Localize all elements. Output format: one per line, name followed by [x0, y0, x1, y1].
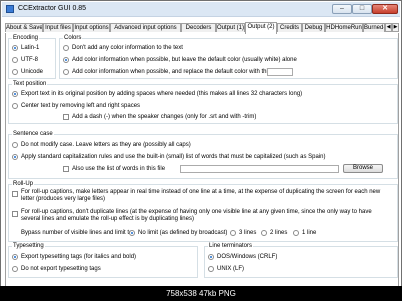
limit-2-radio[interactable]: [261, 230, 267, 236]
tab-decoders[interactable]: Decoders: [181, 23, 216, 32]
word-list-label: Also use the list of words in this file: [72, 166, 166, 172]
bypass-lines-label: Bypass number of visible lines and limit…: [21, 230, 133, 236]
tab-advanced-input-options[interactable]: Advanced input options: [110, 23, 181, 32]
sentence-case-keep-label: Do not modify case. Leave letters as the…: [21, 142, 191, 148]
sentence-case-legend: Sentence case: [12, 131, 54, 138]
browse-button[interactable]: Browse: [343, 164, 383, 173]
output-2-panel: Encoding Latin-1 UTF-8 Unicode Colors Do…: [5, 33, 399, 295]
typesetting-legend: Typesetting: [12, 243, 45, 250]
tab-input-files[interactable]: Input files: [43, 23, 73, 32]
tab-output-1[interactable]: Output (1): [216, 23, 245, 32]
limit-3-label: 3 lines: [239, 230, 257, 236]
roll-up-no-duplicate-checkbox[interactable]: [12, 211, 18, 217]
typesetting-none-radio[interactable]: [12, 266, 18, 272]
tab-input-options[interactable]: Input options: [73, 23, 110, 32]
word-list-file-input[interactable]: [180, 165, 339, 173]
encoding-utf8-label: UTF-8: [21, 57, 38, 63]
maximize-button[interactable]: □: [352, 4, 372, 14]
line-terminator-crlf-radio[interactable]: [208, 254, 214, 260]
tab-burned-in[interactable]: Burned-i: [363, 23, 385, 32]
image-info-bar: 758x538 47kb PNG: [0, 286, 402, 301]
roll-up-realtime-label: For roll-up captions, make letters appea…: [21, 189, 381, 202]
line-terminator-crlf-label: DOS/Windows (CRLF): [217, 254, 278, 260]
text-position-original-label: Export text in its original position by …: [21, 91, 303, 97]
window-title: CCExtractor GUI 0.85: [18, 5, 87, 12]
image-info-text: 758x538 47kb PNG: [166, 289, 236, 298]
tab-hdhomerun[interactable]: HDHomeRun: [325, 23, 363, 32]
colors-replace-default-radio[interactable]: [63, 69, 69, 75]
app-icon: [6, 5, 14, 13]
speaker-dash-checkbox[interactable]: [63, 114, 69, 120]
tab-scroll-buttons: ◀ ▶: [385, 23, 399, 32]
close-button[interactable]: ✕: [372, 4, 398, 14]
tab-scroll-right-icon[interactable]: ▶: [392, 23, 399, 32]
word-list-checkbox[interactable]: [63, 166, 69, 172]
sentence-case-standard-radio[interactable]: [12, 154, 18, 160]
colors-keep-default-label: Add color information when possible, but…: [72, 57, 297, 63]
colors-legend: Colors: [63, 35, 83, 42]
roll-up-realtime-checkbox[interactable]: [12, 191, 18, 197]
encoding-latin1-label: Latin-1: [21, 45, 40, 51]
encoding-unicode-radio[interactable]: [12, 69, 18, 75]
colors-keep-default-radio[interactable]: [63, 57, 69, 63]
text-position-center-radio[interactable]: [12, 103, 18, 109]
encoding-latin1-radio[interactable]: [12, 45, 18, 51]
title-bar: CCExtractor GUI 0.85 – □ ✕: [2, 2, 400, 17]
typesetting-export-radio[interactable]: [12, 254, 18, 260]
tab-debug[interactable]: Debug: [302, 23, 325, 32]
encoding-unicode-label: Unicode: [21, 69, 44, 75]
tab-scroll-left-icon[interactable]: ◀: [385, 23, 392, 32]
limit-2-label: 2 lines: [270, 230, 288, 236]
limit-1-radio[interactable]: [293, 230, 299, 236]
line-terminator-lf-label: UNIX (LF): [217, 266, 244, 272]
minimize-button[interactable]: –: [332, 4, 352, 14]
colors-none-label: Don't add any color information to the t…: [72, 45, 183, 51]
default-color-input[interactable]: [267, 68, 293, 76]
sentence-case-standard-label: Apply standard capitalization rules and …: [21, 154, 326, 160]
typesetting-export-label: Export typesetting tags (for italics and…: [21, 254, 137, 260]
tab-about-save[interactable]: About & Save: [5, 23, 43, 32]
roll-up-no-duplicate-label: For roll-up captions, don't duplicate li…: [21, 209, 372, 222]
text-position-original-radio[interactable]: [12, 91, 18, 97]
limit-none-label: No limit (as defined by broadcast): [138, 230, 228, 236]
sentence-case-keep-radio[interactable]: [12, 142, 18, 148]
encoding-utf8-radio[interactable]: [12, 57, 18, 63]
colors-replace-default-label: Add color information when possible, and…: [72, 69, 276, 75]
text-position-legend: Text position: [12, 81, 48, 88]
limit-1-label: 1 line: [302, 230, 317, 236]
typesetting-group: [8, 246, 198, 278]
tab-output-2[interactable]: Output (2): [245, 22, 277, 34]
encoding-legend: Encoding: [12, 35, 40, 42]
tab-credits[interactable]: Credits: [277, 23, 302, 32]
line-terminators-group: [204, 246, 398, 278]
typesetting-none-label: Do not export typesetting tags: [21, 266, 101, 272]
limit-3-radio[interactable]: [230, 230, 236, 236]
colors-none-radio[interactable]: [63, 45, 69, 51]
text-position-center-label: Center text by removing left and right s…: [21, 103, 141, 109]
line-terminator-lf-radio[interactable]: [208, 266, 214, 272]
application-window: CCExtractor GUI 0.85 – □ ✕ About & Save …: [0, 0, 402, 301]
limit-none-radio[interactable]: [129, 230, 135, 236]
speaker-dash-label: Add a dash (-) when the speaker changes …: [72, 114, 257, 120]
line-terminators-legend: Line terminators: [208, 243, 254, 250]
roll-up-legend: Roll-Up: [12, 181, 35, 188]
